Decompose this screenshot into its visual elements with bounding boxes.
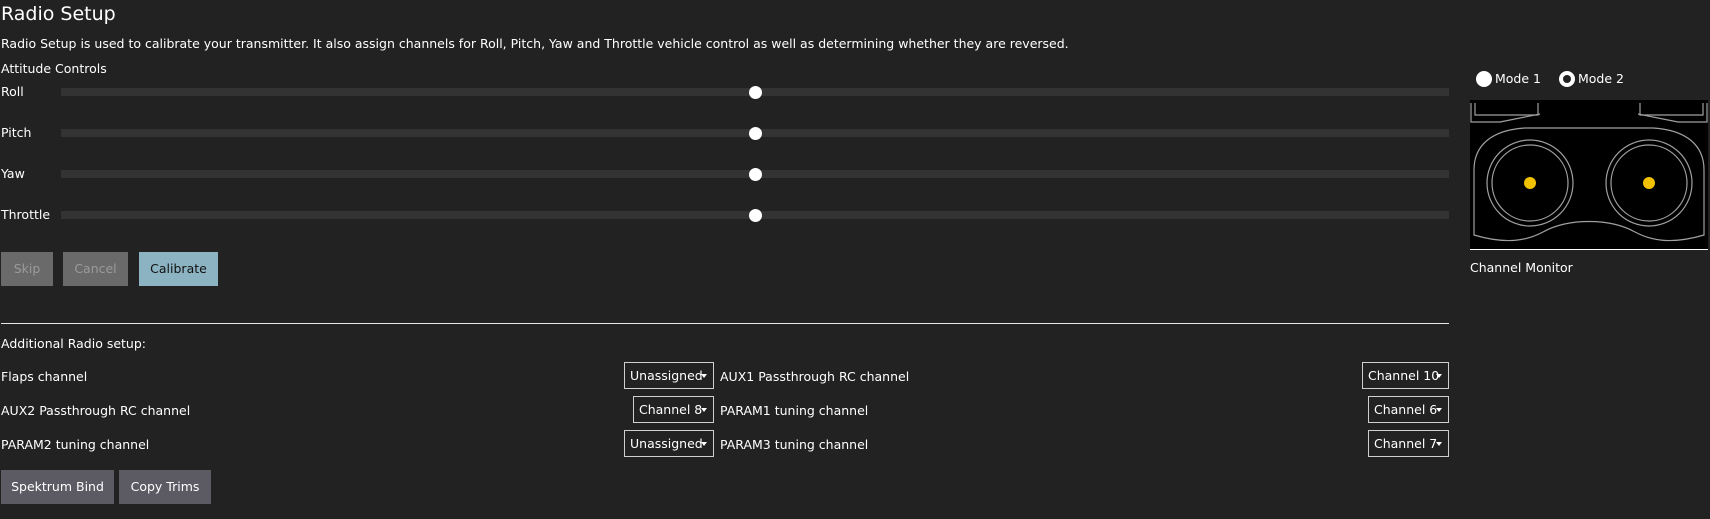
page-description: Radio Setup is used to calibrate your tr…	[1, 36, 1069, 51]
roll-slider-thumb[interactable]	[749, 86, 762, 99]
param2-tuning-label: PARAM2 tuning channel	[1, 437, 150, 452]
roll-slider[interactable]	[61, 86, 1449, 99]
throttle-label: Throttle	[1, 207, 51, 222]
param1-tuning-select[interactable]: Channel 6	[1368, 396, 1449, 423]
param3-tuning-select[interactable]: Channel 7	[1368, 430, 1449, 457]
param2-tuning-select[interactable]: Unassigned	[624, 430, 714, 457]
transmitter-graphic	[1470, 100, 1708, 251]
throttle-slider-thumb[interactable]	[749, 209, 762, 222]
mode-2-radio[interactable]: Mode 2	[1559, 68, 1624, 87]
channel-monitor-label: Channel Monitor	[1470, 260, 1573, 275]
mode-1-label: Mode 1	[1495, 70, 1541, 86]
param1-tuning-label: PARAM1 tuning channel	[720, 403, 869, 418]
flaps-channel-value: Unassigned	[630, 368, 703, 383]
pitch-label: Pitch	[1, 125, 32, 140]
copy-trims-button[interactable]: Copy Trims	[119, 470, 211, 504]
chevron-down-icon	[701, 442, 707, 446]
aux1-passthrough-label: AUX1 Passthrough RC channel	[720, 369, 910, 384]
aux2-passthrough-select[interactable]: Channel 8	[633, 396, 714, 423]
param3-tuning-value: Channel 7	[1374, 436, 1438, 451]
pitch-slider[interactable]	[61, 127, 1449, 140]
param3-tuning-label: PARAM3 tuning channel	[720, 437, 869, 452]
yaw-label: Yaw	[1, 166, 25, 181]
chevron-down-icon	[701, 374, 707, 378]
calibrate-button[interactable]: Calibrate	[139, 252, 218, 286]
cancel-button[interactable]: Cancel	[63, 252, 128, 286]
section-divider	[1, 323, 1449, 324]
yaw-slider[interactable]	[61, 168, 1449, 181]
aux1-passthrough-select[interactable]: Channel 10	[1362, 362, 1449, 389]
aux2-passthrough-value: Channel 8	[639, 402, 703, 417]
mode-1-radio-indicator[interactable]	[1476, 70, 1492, 87]
aux1-passthrough-value: Channel 10	[1368, 368, 1440, 383]
transmitter-image	[1470, 100, 1708, 251]
chevron-down-icon	[1436, 408, 1442, 412]
param2-tuning-value: Unassigned	[630, 436, 703, 451]
page-title: Radio Setup	[1, 3, 116, 25]
right-stick-dot	[1643, 177, 1655, 189]
roll-label: Roll	[1, 84, 24, 99]
aux2-passthrough-label: AUX2 Passthrough RC channel	[1, 403, 191, 418]
skip-button[interactable]: Skip	[1, 252, 53, 286]
additional-setup-label: Additional Radio setup:	[1, 336, 146, 351]
yaw-slider-thumb[interactable]	[749, 168, 762, 181]
attitude-controls-label: Attitude Controls	[1, 61, 107, 76]
flaps-channel-label: Flaps channel	[1, 369, 88, 384]
left-stick-dot	[1524, 177, 1536, 189]
mode-2-radio-indicator[interactable]	[1559, 70, 1575, 87]
chevron-down-icon	[701, 408, 707, 412]
param1-tuning-value: Channel 6	[1374, 402, 1438, 417]
pitch-slider-thumb[interactable]	[749, 127, 762, 140]
throttle-slider[interactable]	[61, 209, 1449, 222]
chevron-down-icon	[1436, 442, 1442, 446]
chevron-down-icon	[1436, 374, 1442, 378]
spektrum-bind-button[interactable]: Spektrum Bind	[1, 470, 114, 504]
mode-2-label: Mode 2	[1578, 70, 1624, 86]
flaps-channel-select[interactable]: Unassigned	[624, 362, 714, 389]
mode-1-radio[interactable]: Mode 1	[1476, 68, 1541, 87]
